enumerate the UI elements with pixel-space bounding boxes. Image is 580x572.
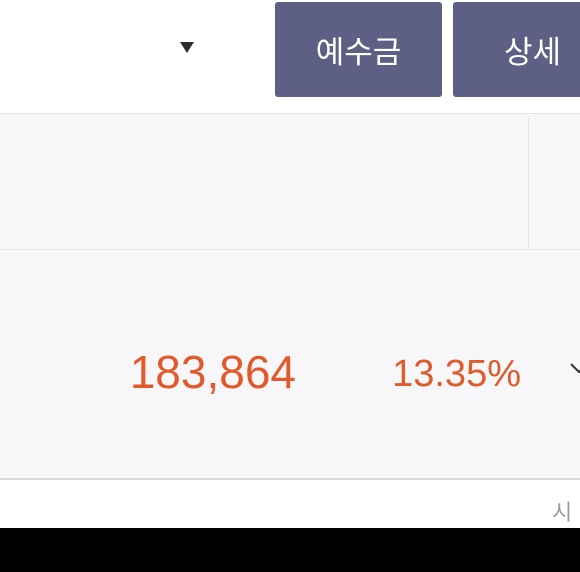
detail-button[interactable]: 상세 (453, 2, 580, 97)
holding-row[interactable]: 183,864 13.35% (0, 250, 580, 480)
deposit-button[interactable]: 예수금 (275, 2, 442, 97)
caret-down-icon[interactable] (180, 42, 194, 53)
profit-rate: 13.35% (392, 353, 521, 395)
column-divider (528, 118, 529, 248)
content-area: 예수금 상세 183,864 13.35% 시 (0, 0, 580, 528)
screen: 예수금 상세 183,864 13.35% 시 (0, 0, 580, 572)
toolbar: 예수금 상세 (0, 0, 580, 114)
account-dropdown[interactable] (0, 0, 262, 96)
profit-amount: 183,864 (129, 346, 296, 398)
footer-text: 시 (552, 501, 573, 526)
chevron-down-icon[interactable] (569, 358, 580, 378)
table-header-row (0, 114, 580, 250)
